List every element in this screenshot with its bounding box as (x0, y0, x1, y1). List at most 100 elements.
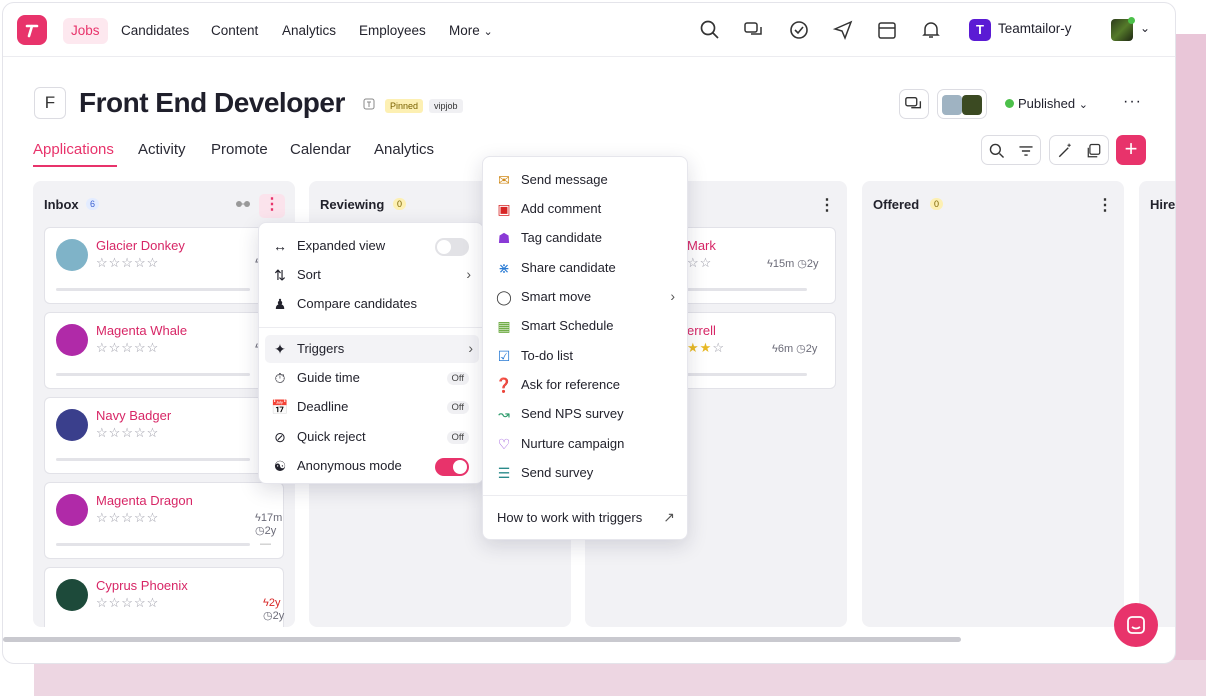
candidate-name: errell (687, 323, 716, 338)
teamtailor-logo-icon[interactable] (17, 15, 47, 45)
candidate-card[interactable]: Cyprus Phoenix ☆☆☆☆☆ ϟ2y ◷2y (44, 567, 284, 627)
trigger-ask-reference[interactable]: ❓ Ask for reference (483, 371, 687, 399)
todo-check-icon[interactable] (788, 19, 810, 41)
chevron-down-icon: ⌄ (1078, 99, 1088, 111)
nav-candidates[interactable]: Candidates (121, 19, 189, 43)
search-icon[interactable] (699, 19, 721, 41)
menu-item-label: Smart Schedule (521, 318, 614, 333)
team-avatars[interactable] (937, 89, 987, 119)
time-in-stage: ϟ2y ◷2y (263, 597, 285, 622)
menu-item-guide-time[interactable]: ⏱ Guide time Off (259, 364, 483, 392)
column-menu-button[interactable]: ⋮ (259, 194, 285, 218)
workspace-avatar[interactable]: T (969, 19, 991, 41)
more-options-icon[interactable]: ··· (1123, 93, 1142, 111)
trigger-add-comment[interactable]: ▣ Add comment (483, 195, 687, 223)
chevron-down-icon[interactable]: ⌄ (1140, 21, 1150, 35)
tab-promote[interactable]: Promote (211, 141, 268, 158)
status-badge: Off (446, 401, 469, 414)
anonymous-mode-toggle[interactable] (435, 458, 469, 476)
menu-item-compare[interactable]: ♟ Compare candidates (259, 290, 483, 318)
column-menu-button[interactable]: ⋮ (1097, 195, 1113, 215)
send-icon[interactable] (832, 19, 854, 41)
search-filter-group (981, 135, 1041, 165)
filter-icon[interactable] (1017, 142, 1035, 160)
menu-item-label: How to work with triggers (497, 510, 643, 525)
trigger-todo-list[interactable]: ☑ To-do list (483, 342, 687, 370)
search-icon[interactable] (988, 142, 1006, 160)
menu-item-label: Triggers (297, 341, 345, 356)
tab-applications[interactable]: Applications (33, 141, 114, 158)
menu-item-expanded-view[interactable]: ↔ Expanded view (259, 232, 483, 260)
trigger-smart-schedule[interactable]: ▦ Smart Schedule (483, 312, 687, 340)
trigger-send-survey[interactable]: ☰ Send survey (483, 459, 687, 487)
calendar-icon[interactable] (876, 19, 898, 41)
menu-item-label: Sort (297, 267, 321, 282)
tab-analytics[interactable]: Analytics (374, 141, 434, 158)
calendar-check-icon: 📅 (271, 399, 289, 415)
rating-stars: ☆☆☆☆☆ (96, 255, 160, 270)
menu-item-deadline[interactable]: 📅 Deadline Off (259, 393, 483, 421)
nav-analytics[interactable]: Analytics (282, 19, 336, 43)
template-icon (363, 98, 375, 110)
menu-item-label: To-do list (521, 348, 574, 363)
expanded-view-toggle[interactable] (435, 238, 469, 256)
candidate-card[interactable]: Glacier Donkey ☆☆☆☆☆ ϟ17m (44, 227, 284, 304)
trigger-tag-candidate[interactable]: ☗ Tag candidate (483, 224, 687, 252)
tag-icon: ☗ (497, 230, 511, 246)
bell-icon[interactable] (920, 19, 942, 41)
rating-stars: ☆☆☆☆☆ (96, 510, 160, 525)
nav-more[interactable]: More ⌄ (449, 19, 493, 43)
trigger-send-nps[interactable]: ↝ Send NPS survey (483, 400, 687, 428)
menu-item-label: Share candidate (521, 260, 616, 275)
status-dropdown[interactable]: Published ⌄ (1005, 96, 1088, 111)
nav-employees[interactable]: Employees (359, 19, 426, 43)
tab-calendar[interactable]: Calendar (290, 141, 351, 158)
support-chat-button[interactable] (1114, 603, 1158, 647)
bulk-select-icon[interactable] (1085, 142, 1103, 160)
candidate-card[interactable]: Navy Badger ☆☆☆☆☆ ϟ2y (44, 397, 284, 474)
workspace-name[interactable]: Teamtailor-y (998, 21, 1072, 36)
trigger-send-message[interactable]: ✉ Send message (483, 166, 687, 194)
triggers-submenu: ✉ Send message ▣ Add comment ☗ Tag candidat… (482, 156, 688, 540)
page-title: Front End Developer (79, 87, 345, 118)
candidate-card[interactable]: Magenta Dragon ☆☆☆☆☆ ϟ17m ◷2y — (44, 482, 284, 559)
trigger-nurture-campaign[interactable]: ♡ Nurture campaign (483, 430, 687, 458)
status-badge: Off (446, 372, 469, 385)
rating-stars: ☆☆☆☆☆ (96, 595, 160, 610)
lightbulb-icon: ◯ (496, 289, 512, 305)
trigger-share-candidate[interactable]: ⋇ Share candidate (483, 254, 687, 282)
count-badge: 6 (86, 198, 100, 210)
menu-item-quick-reject[interactable]: ⊘ Quick reject Off (259, 423, 483, 451)
time-in-stage: ϟ17m ◷2y (255, 512, 283, 537)
comments-button[interactable] (899, 89, 929, 119)
avatar (962, 95, 982, 115)
tab-activity[interactable]: Activity (138, 141, 186, 158)
column-menu-button[interactable]: ⋮ (819, 195, 835, 215)
menu-item-triggers[interactable]: ✦ Triggers › (265, 335, 479, 363)
trigger-smart-move[interactable]: ◯ Smart move › (483, 283, 687, 311)
avatar (56, 579, 88, 611)
avatar (56, 324, 88, 356)
nav-jobs[interactable]: Jobs (63, 18, 108, 44)
chart-line-icon: ↝ (498, 406, 510, 422)
count-badge: 0 (930, 198, 944, 210)
nav-content[interactable]: Content (211, 19, 258, 43)
progress-bar (56, 543, 250, 546)
messages-icon[interactable] (743, 19, 765, 41)
heart-message-icon: ♡ (497, 436, 511, 452)
menu-item-sort[interactable]: ⇅ Sort › (259, 261, 483, 289)
candidate-card[interactable]: Magenta Whale ☆☆☆☆☆ ϟ17m (44, 312, 284, 389)
menu-item-label: Compare candidates (297, 296, 417, 311)
candidate-age: 2y (806, 258, 819, 270)
horizontal-scrollbar[interactable] (3, 637, 961, 642)
menu-item-anonymous-mode[interactable]: ☯ Anonymous mode (259, 452, 483, 480)
column-title-hire: Hire (1150, 197, 1176, 212)
triggers-help-link[interactable]: How to work with triggers ↗ (483, 504, 687, 532)
user-avatar[interactable] (1111, 17, 1135, 41)
survey-icon: ☰ (497, 465, 511, 481)
magic-wand-icon[interactable] (1056, 142, 1074, 160)
add-candidate-button[interactable]: + (1116, 135, 1146, 165)
page-backdrop-bottom (34, 660, 1206, 696)
compare-icon: ♟ (273, 296, 287, 312)
time-in-stage-value: 17m (260, 512, 283, 524)
